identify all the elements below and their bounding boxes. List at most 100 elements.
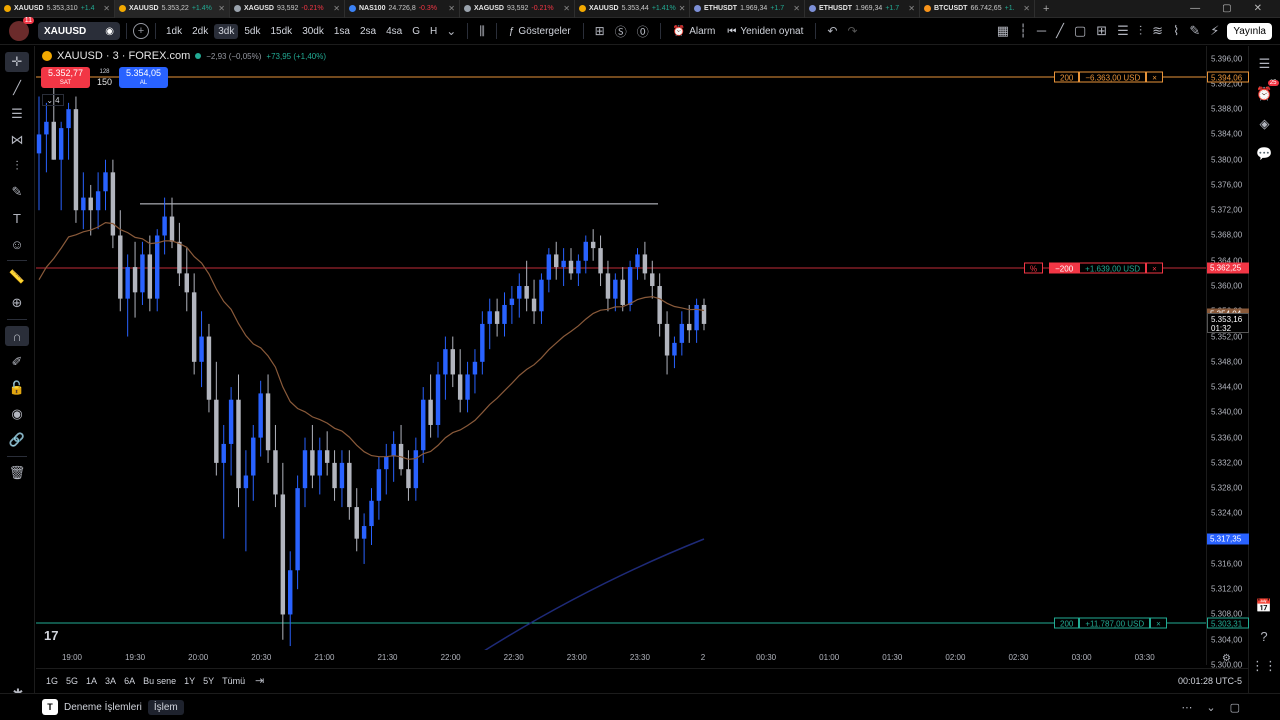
time-axis[interactable]: 19:00 19:30 20:00 20:30 21:00 21:30 22:00 22:30… xyxy=(36,650,1206,666)
window-close-icon[interactable]: ✕ xyxy=(1254,3,1262,14)
timeframe-3dk[interactable]: 3dk xyxy=(214,23,239,39)
user-avatar[interactable]: 11 xyxy=(9,17,34,41)
settings-gear-icon[interactable]: ⚙ xyxy=(1222,653,1231,664)
range-2[interactable]: 1A xyxy=(82,676,101,686)
templates-icon[interactable]: Ⓢ xyxy=(610,23,632,40)
buy-button[interactable]: 5.354,05 AL xyxy=(119,67,168,88)
close-tab-icon[interactable]: ✕ xyxy=(563,4,570,13)
take-profit-order[interactable]: 200 −6.363,00 USD × xyxy=(1054,71,1163,83)
watchlist-icon[interactable]: ☰ xyxy=(1255,54,1275,74)
timeframe-4sa[interactable]: 4sa xyxy=(382,24,406,39)
browser-tab[interactable]: ETHUSDT 1.969,34 +1.7 ✕ xyxy=(690,0,805,18)
horizontal-line-icon[interactable]: ─ xyxy=(1037,23,1046,39)
vertical-line-icon[interactable]: ┆ xyxy=(1019,23,1027,39)
close-tab-icon[interactable]: ✕ xyxy=(103,4,110,13)
chevron-down-icon[interactable]: ⌄ xyxy=(1206,701,1215,714)
timeframe-1dk[interactable]: 1dk xyxy=(162,24,186,39)
position-close-icon[interactable]: × xyxy=(1146,262,1163,274)
rectangle-icon[interactable]: ▢ xyxy=(1074,23,1086,39)
range-5[interactable]: Bu sene xyxy=(139,676,180,686)
range-1[interactable]: 5G xyxy=(62,676,82,686)
tradingview-logo[interactable]: 17 xyxy=(44,628,58,643)
timeframe-G[interactable]: G xyxy=(408,24,424,39)
close-tab-icon[interactable]: ✕ xyxy=(448,4,455,13)
maximize-icon[interactable]: ▢ xyxy=(1230,701,1240,714)
window-maximize-icon[interactable]: ▢ xyxy=(1222,3,1231,14)
browser-tab[interactable]: XAGUSD 93,592 -0.21% ✕ xyxy=(460,0,575,18)
lock-icon[interactable]: 🔓 xyxy=(5,378,29,398)
calendar-icon[interactable]: 📅 xyxy=(1254,596,1274,616)
browser-tab[interactable]: XAUUSD 5.353,44 +1.41% ✕ xyxy=(575,0,690,18)
date-range-icon[interactable]: ⇥ xyxy=(255,674,264,687)
magic-icon[interactable]: ⚡ xyxy=(1210,23,1219,39)
magnet-icon[interactable]: ∩ xyxy=(5,326,29,346)
trash-icon[interactable]: 🗑 xyxy=(5,463,29,483)
object-tree-icon[interactable]: ⓪ xyxy=(632,23,654,40)
paper-trading-tab[interactable]: Deneme İşlemleri xyxy=(58,700,148,715)
pitchfork-icon[interactable]: ⫶ xyxy=(1139,23,1142,39)
close-tab-icon[interactable]: ✕ xyxy=(218,4,225,13)
timeframe-15dk[interactable]: 15dk xyxy=(267,24,297,39)
range-7[interactable]: 5Y xyxy=(199,676,218,686)
range-0[interactable]: 1G xyxy=(42,676,62,686)
price-scale[interactable]: 5.300,00 5.304,00 5.308,00 5.312,00 5.316,00… xyxy=(1206,46,1249,670)
grid-icon[interactable]: ▦ xyxy=(997,23,1009,39)
sell-button[interactable]: 5.352,77 SAT xyxy=(41,67,90,88)
trend-line-tool-icon[interactable]: ╱ xyxy=(5,78,29,98)
trend-line-icon[interactable]: ╱ xyxy=(1056,23,1064,39)
redo-icon[interactable]: ↷ xyxy=(842,24,862,38)
close-tab-icon[interactable]: ✕ xyxy=(1023,4,1030,13)
fib-tool-icon[interactable]: ☰ xyxy=(5,104,29,124)
chevron-down-icon[interactable]: ⌄ xyxy=(441,24,461,38)
ruler-icon[interactable]: 📏 xyxy=(5,267,29,287)
candles-type-icon[interactable]: ⫼ xyxy=(474,24,490,39)
close-tab-icon[interactable]: ✕ xyxy=(908,4,915,13)
symbol-search[interactable]: XAUUSD ◉ xyxy=(38,22,120,40)
timeframe-2dk[interactable]: 2dk xyxy=(188,24,212,39)
range-8[interactable]: Tümü xyxy=(218,676,249,686)
browser-tab[interactable]: ETHUSDT 1.969,34 +1.7 ✕ xyxy=(805,0,920,18)
channel-icon[interactable]: ≋ xyxy=(1152,23,1163,39)
browser-tab[interactable]: XAUUSD 5.353,310 +1.4 ✕ xyxy=(0,0,115,18)
timeframe-5dk[interactable]: 5dk xyxy=(240,24,264,39)
alarm-button[interactable]: ⏰ Alarm xyxy=(667,26,722,37)
position-pct[interactable]: % xyxy=(1024,262,1044,274)
brush-tool-icon[interactable]: ✎ xyxy=(5,182,29,202)
forecast-tool-icon[interactable]: ⫶ xyxy=(5,156,29,176)
trade-tab[interactable]: İşlem xyxy=(147,699,184,715)
crosshair-icon[interactable]: ✛ xyxy=(5,52,29,72)
close-tab-icon[interactable]: ✕ xyxy=(333,4,340,13)
price-chart[interactable] xyxy=(36,46,1206,665)
visibility-icon[interactable]: ◉ xyxy=(5,404,29,424)
utc-clock[interactable]: 00:01:28 UTC-5 xyxy=(1178,676,1242,686)
compare-symbol-button[interactable]: + xyxy=(133,23,149,39)
browser-tab[interactable]: BTCUSDT 66.742,65 +1. ✕ xyxy=(920,0,1035,18)
link-icon[interactable]: 🔗 xyxy=(5,430,29,450)
range-4[interactable]: 6A xyxy=(120,676,139,686)
browser-tab[interactable]: NAS100 24.726,8 -0.3% ✕ xyxy=(345,0,460,18)
range-6[interactable]: 1Y xyxy=(180,676,199,686)
legend-title[interactable]: XAUUSD · 3 · FOREX.com xyxy=(57,50,190,62)
layers-icon[interactable]: ◈ xyxy=(1255,114,1275,134)
timeframe-30dk[interactable]: 30dk xyxy=(298,24,328,39)
chart-pane[interactable]: XAUUSD · 3 · FOREX.com −2,93 (−0,05%) +7… xyxy=(36,46,1206,665)
stop-loss-order[interactable]: 200 +11.787,00 USD × xyxy=(1054,617,1167,629)
window-minimize-icon[interactable]: — xyxy=(1190,3,1200,14)
range-3[interactable]: 3A xyxy=(101,676,120,686)
replay-button[interactable]: ⏮ Yeniden oynat xyxy=(721,26,809,37)
lock-drawing-icon[interactable]: ✐ xyxy=(5,352,29,372)
browser-tab[interactable]: XAGUSD 93,592 -0.21% ✕ xyxy=(230,0,345,18)
brush-icon[interactable]: ✎ xyxy=(1189,23,1200,39)
indicators-collapse-button[interactable]: ⌄ 4 xyxy=(42,94,64,106)
chat-icon[interactable]: 💬 xyxy=(1255,144,1275,164)
zoom-in-icon[interactable]: ⊕ xyxy=(5,293,29,313)
emoji-tool-icon[interactable]: ☺ xyxy=(5,234,29,254)
undo-icon[interactable]: ↶ xyxy=(822,24,842,38)
fib-icon[interactable]: ☰ xyxy=(1117,23,1129,39)
table-icon[interactable]: ⊞ xyxy=(1096,23,1107,39)
help-icon[interactable]: ? xyxy=(1254,626,1274,646)
new-tab-icon[interactable]: + xyxy=(1035,3,1057,15)
timeframe-1sa[interactable]: 1sa xyxy=(330,24,354,39)
position-line[interactable]: % −200 +1.639,00 USD × xyxy=(1024,262,1163,274)
tp-close-icon[interactable]: × xyxy=(1146,71,1163,83)
